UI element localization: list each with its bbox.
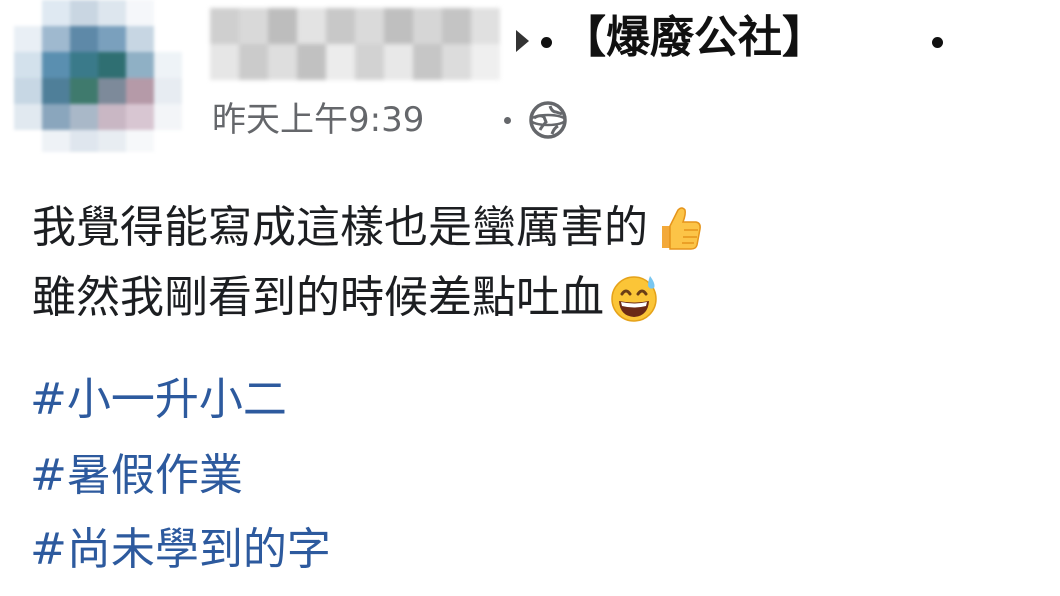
- avatar-pixel: [126, 0, 154, 26]
- avatar-pixel: [98, 52, 126, 78]
- avatar-pixel: [98, 130, 126, 152]
- post-text: 我覺得能寫成這樣也是蠻厲害的: [32, 202, 648, 253]
- author-name-pixel: [297, 8, 326, 44]
- author-name-pixel: [413, 44, 442, 80]
- avatar-pixel: [42, 130, 70, 152]
- avatar-pixel: [70, 0, 98, 26]
- avatar-pixel: [126, 130, 154, 152]
- author-name-pixel: [239, 8, 268, 44]
- author-name-pixel: [442, 44, 471, 80]
- separator-dot: [504, 117, 511, 124]
- avatar-pixel: [42, 0, 70, 26]
- avatar-pixel: [42, 78, 70, 104]
- bullet-dot-icon: [541, 37, 552, 48]
- author-name-pixel: [326, 8, 355, 44]
- avatar-pixel: [126, 78, 154, 104]
- avatar-pixel: [154, 130, 182, 152]
- author-name-pixel: [268, 44, 297, 80]
- post-timestamp[interactable]: 昨天上午9:39: [212, 98, 424, 142]
- author-name-blurred[interactable]: [210, 8, 500, 80]
- group-name-link[interactable]: 【爆廢公社】: [562, 8, 826, 68]
- avatar-pixel: [126, 52, 154, 78]
- author-name-pixel: [471, 8, 500, 44]
- avatar-pixel: [70, 26, 98, 52]
- hashtag-link[interactable]: #小一升小二: [30, 372, 287, 428]
- post-text-line: 我覺得能寫成這樣也是蠻厲害的: [32, 198, 704, 258]
- thumbs-up-emoji-icon: [662, 207, 701, 250]
- avatar-pixel: [98, 26, 126, 52]
- avatar-pixel: [70, 52, 98, 78]
- author-name-pixel: [297, 44, 326, 80]
- author-name-pixel: [326, 44, 355, 80]
- post-text-line: 雖然我剛看到的時候差點吐血: [32, 268, 660, 328]
- author-name-pixel: [239, 44, 268, 80]
- author-name-pixel: [471, 44, 500, 80]
- author-name-pixel: [355, 44, 384, 80]
- hashtag-link[interactable]: #暑假作業: [30, 448, 243, 504]
- avatar-pixel: [154, 52, 182, 78]
- author-name-pixel: [355, 8, 384, 44]
- author-name-pixel: [210, 8, 239, 44]
- facebook-post: 【爆廢公社】 昨天上午9:39 我覺得能寫成這樣也是蠻厲害的 雖然我剛看到的時候…: [0, 0, 1060, 596]
- avatar-pixel: [14, 130, 42, 152]
- avatar-pixel: [42, 52, 70, 78]
- avatar-pixel: [154, 26, 182, 52]
- post-text: 雖然我剛看到的時候差點吐血: [32, 272, 604, 323]
- author-name-pixel: [210, 44, 239, 80]
- avatar-pixel: [154, 104, 182, 130]
- avatar-pixel: [42, 104, 70, 130]
- avatar-pixel: [14, 26, 42, 52]
- hashtag-link[interactable]: #尚未學到的字: [30, 522, 331, 578]
- avatar-pixel: [70, 130, 98, 152]
- avatar-pixel: [126, 26, 154, 52]
- avatar[interactable]: [14, 0, 182, 152]
- grinning-sweat-emoji-icon: [611, 276, 657, 322]
- author-name-pixel: [442, 8, 471, 44]
- triangle-right-icon: [516, 30, 529, 52]
- globe-icon[interactable]: [528, 100, 568, 140]
- author-name-pixel: [268, 8, 297, 44]
- avatar-pixel: [154, 78, 182, 104]
- avatar-pixel: [14, 52, 42, 78]
- avatar-pixel: [126, 104, 154, 130]
- avatar-pixel: [14, 104, 42, 130]
- author-name-pixel: [413, 8, 442, 44]
- avatar-pixel: [98, 104, 126, 130]
- avatar-pixel: [70, 104, 98, 130]
- avatar-pixel: [14, 78, 42, 104]
- avatar-pixel: [14, 0, 42, 26]
- author-name-pixel: [384, 8, 413, 44]
- avatar-pixel: [70, 78, 98, 104]
- author-name-pixel: [384, 44, 413, 80]
- avatar-pixel: [98, 0, 126, 26]
- avatar-pixel: [154, 0, 182, 26]
- bullet-dot-icon: [932, 37, 943, 48]
- avatar-pixel: [42, 26, 70, 52]
- avatar-pixel: [98, 78, 126, 104]
